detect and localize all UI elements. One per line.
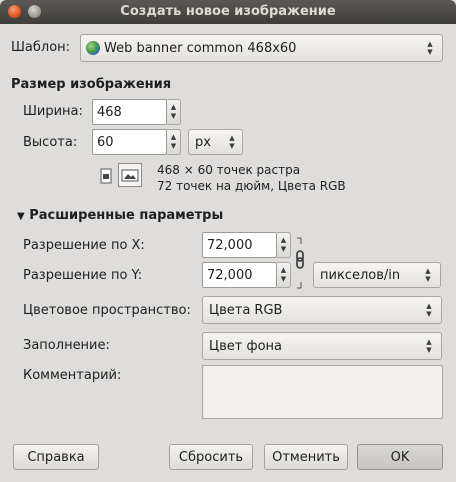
xres-label: Разрешение по X: — [23, 238, 145, 253]
height-spinner[interactable]: ▲ ▼ — [167, 129, 181, 155]
template-combo[interactable]: Web banner common 468x60 ▲ ▼ — [80, 34, 443, 62]
combo-arrows-icon: ▲ ▼ — [426, 338, 432, 354]
xres-spinner[interactable]: ▲ ▼ — [277, 232, 291, 258]
yres-label: Разрешение по Y: — [23, 268, 143, 283]
size-info-resolution: 72 точек на дюйм, Цвета RGB — [157, 179, 346, 193]
colorspace-value: Цвета RGB — [209, 302, 283, 318]
portrait-orientation-icon[interactable] — [97, 166, 115, 186]
height-input[interactable]: 60 — [92, 129, 167, 155]
reset-button[interactable]: Сбросить — [169, 444, 253, 470]
combo-arrows-icon: ▲ ▼ — [425, 267, 431, 283]
window-title: Создать новое изображение — [120, 4, 336, 19]
advanced-heading: Расширенные параметры — [29, 208, 224, 223]
colorspace-label: Цветовое пространство: — [23, 303, 191, 318]
size-unit-value: px — [195, 134, 211, 150]
width-spinner[interactable]: ▲ ▼ — [167, 99, 181, 125]
comment-label: Комментарий: — [23, 368, 122, 383]
landscape-orientation-icon[interactable] — [118, 163, 142, 187]
combo-arrows-icon: ▲ ▼ — [427, 40, 433, 56]
height-label: Высота: — [23, 135, 78, 150]
new-image-dialog: Создать новое изображение Шаблон: Web ba… — [0, 0, 456, 482]
globe-icon — [86, 41, 100, 55]
xres-input[interactable]: 72,000 — [202, 232, 277, 258]
advanced-expander[interactable]: ▼ Расширенные параметры — [17, 208, 223, 223]
template-label: Шаблон: — [11, 40, 71, 55]
fill-value: Цвет фона — [209, 338, 282, 354]
fill-combo[interactable]: Цвет фона ▲ ▼ — [202, 332, 442, 360]
comment-textarea[interactable] — [202, 365, 443, 419]
width-input[interactable]: 468 — [92, 99, 167, 125]
yres-spinner[interactable]: ▲ ▼ — [277, 262, 291, 288]
expander-triangle-icon: ▼ — [17, 211, 25, 222]
cancel-button[interactable]: Отменить — [264, 444, 348, 470]
resolution-unit-value: пикселов/in — [320, 267, 401, 283]
combo-arrows-icon: ▲ ▼ — [426, 302, 432, 318]
help-button[interactable]: Справка — [13, 444, 99, 470]
template-value: Web banner common 468x60 — [104, 40, 297, 56]
size-unit-combo[interactable]: px ▲ ▼ — [188, 129, 243, 155]
resolution-unit-combo[interactable]: пикселов/in ▲ ▼ — [313, 262, 441, 288]
image-size-heading: Размер изображения — [11, 77, 172, 92]
title-bar: Создать новое изображение — [0, 0, 456, 24]
yres-input[interactable]: 72,000 — [202, 262, 277, 288]
width-label: Ширина: — [23, 104, 83, 119]
colorspace-combo[interactable]: Цвета RGB ▲ ▼ — [202, 296, 442, 324]
chain-link-icon[interactable] — [295, 234, 305, 292]
combo-arrows-icon: ▲ ▼ — [229, 134, 235, 150]
ok-button[interactable]: OK — [357, 444, 443, 470]
fill-label: Заполнение: — [23, 338, 110, 353]
size-info-pixels: 468 × 60 точек растра — [157, 163, 301, 177]
